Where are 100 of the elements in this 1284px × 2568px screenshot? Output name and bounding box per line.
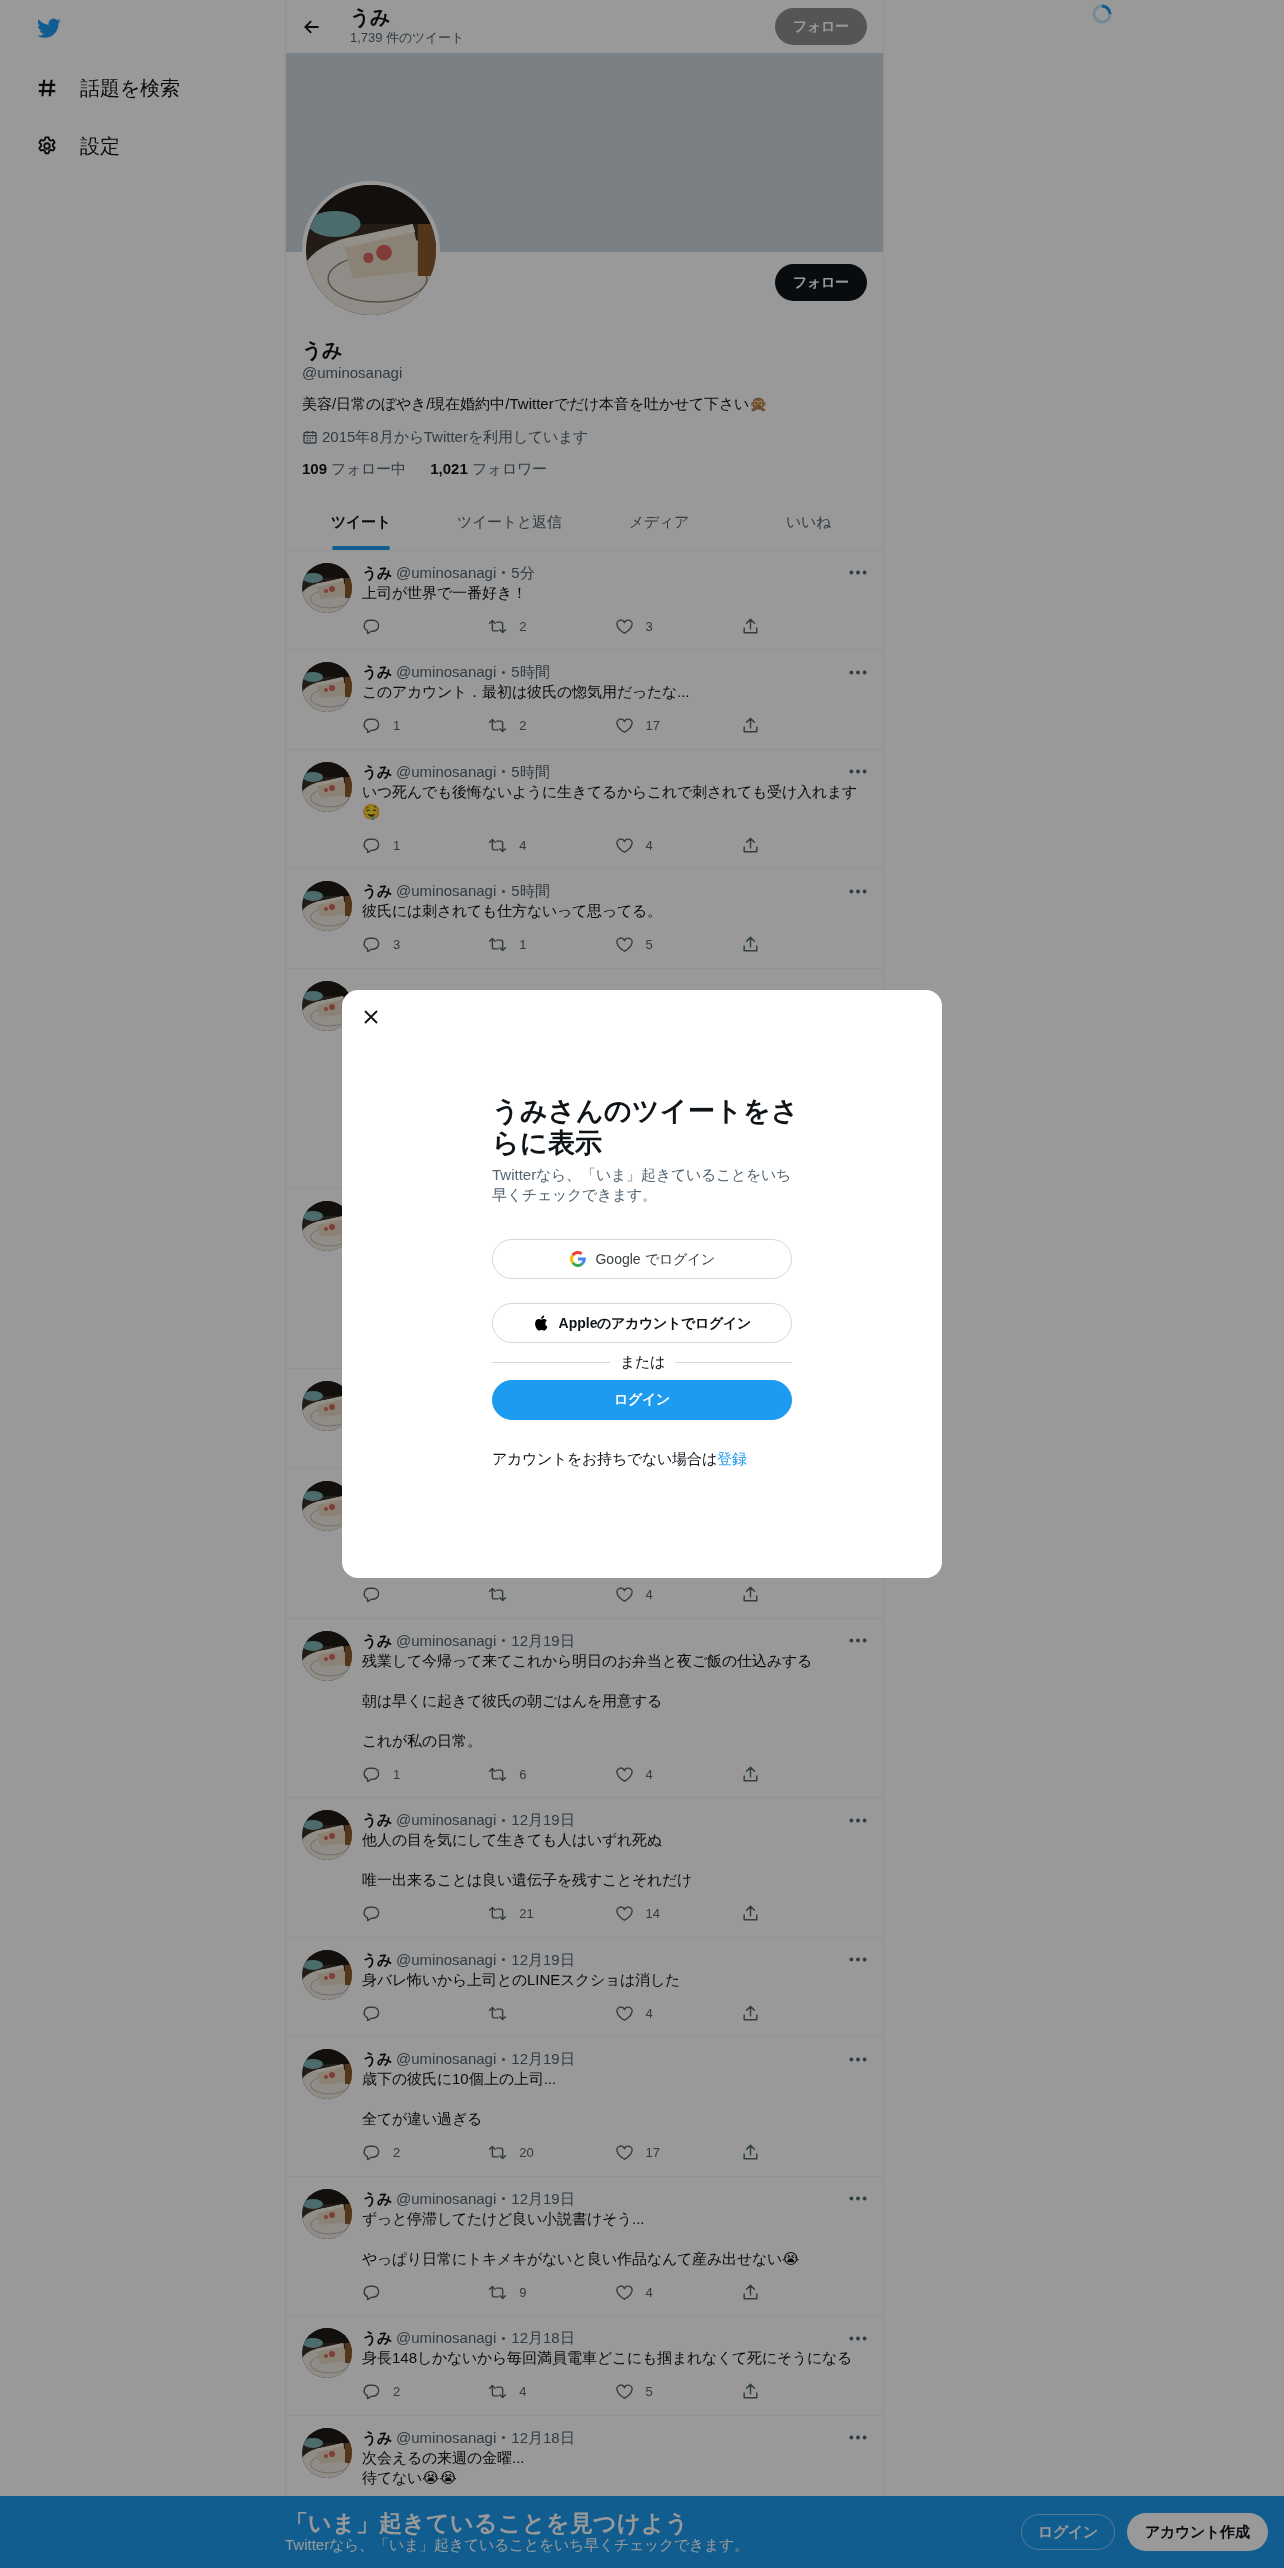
- like-button[interactable]: 3: [614, 616, 741, 636]
- profile-tab[interactable]: いいね: [733, 495, 883, 550]
- retweet-button[interactable]: 2: [488, 716, 615, 736]
- like-button[interactable]: 17: [614, 2143, 741, 2163]
- separator-dot-icon: [502, 670, 506, 674]
- more-icon: [849, 1957, 867, 1962]
- separator-dot-icon: [502, 2436, 506, 2439]
- separator-dot-icon: [502, 2057, 506, 2061]
- dialog-title: うみさんのツイートをさらに表示: [492, 1095, 800, 1159]
- more-button[interactable]: [849, 1638, 867, 1643]
- tweet-time: 12月18日: [511, 2427, 575, 2448]
- tweet-time: 12月19日: [511, 1630, 575, 1651]
- more-button[interactable]: [849, 2056, 867, 2062]
- more-button[interactable]: [849, 1817, 867, 1823]
- separator-dot-icon: [502, 1639, 506, 1642]
- separator-dot-icon: [502, 770, 506, 773]
- more-button[interactable]: [849, 888, 867, 894]
- more-icon: [849, 570, 867, 575]
- reply-icon: [362, 2282, 381, 2302]
- tweet-time: 12月19日: [511, 1949, 575, 1970]
- retweet-button[interactable]: 6: [488, 1764, 615, 1784]
- more-button[interactable]: [849, 2196, 867, 2201]
- sidebar-item[interactable]: 設定: [22, 117, 120, 175]
- like-button[interactable]: 4: [614, 1764, 741, 1784]
- tweet-text: これが私の日常。: [362, 1730, 483, 1751]
- reply-button[interactable]: 1: [362, 716, 489, 736]
- share-icon: [740, 2282, 760, 2302]
- retweet-button[interactable]: 21: [488, 1904, 615, 1924]
- login-button[interactable]: ログイン: [492, 1379, 792, 1420]
- author-name: うみ: [362, 662, 392, 682]
- tweet-text: 全てが違い過ぎる: [362, 2109, 483, 2129]
- tweet-time: 5分: [511, 562, 535, 583]
- followers-link[interactable]: 1,021 フォロワー: [430, 457, 547, 480]
- share-icon: [740, 835, 760, 855]
- tweet-text: 身長148しかないから毎回満員電車どこにも掴まれなくて死にそうになる: [362, 2348, 854, 2368]
- like-button[interactable]: 5: [614, 935, 741, 955]
- more-icon: [849, 2335, 867, 2341]
- like-button[interactable]: 17: [614, 716, 741, 736]
- reply-button[interactable]: 1: [362, 1764, 489, 1784]
- share-icon: [740, 1585, 760, 1605]
- author-handle: @uminosanagi: [396, 2328, 497, 2348]
- more-icon: [849, 1817, 867, 1823]
- retweet-button[interactable]: 4: [488, 2382, 615, 2402]
- author-name: うみ: [362, 761, 392, 782]
- more-button[interactable]: [849, 669, 867, 675]
- tweet-time: 5時間: [511, 662, 550, 682]
- like-button[interactable]: 4: [614, 1585, 741, 1605]
- retweet-button[interactable]: 4: [488, 835, 615, 855]
- signup-prompt: アカウントをお持ちでない場合は登録: [492, 1448, 748, 1469]
- banner-title: 「いま」起きていることを見つけよう: [285, 2510, 690, 2536]
- more-button[interactable]: [849, 2335, 867, 2341]
- signup-button[interactable]: アカウント作成: [1127, 2512, 1268, 2552]
- heart-icon: [614, 2003, 634, 2023]
- reply-icon: [362, 2382, 381, 2402]
- reply-button[interactable]: 3: [362, 935, 489, 955]
- heart-icon: [614, 935, 634, 955]
- retweet-button[interactable]: 20: [488, 2143, 615, 2163]
- share-icon: [740, 1904, 760, 1924]
- apple-login-button[interactable]: Appleのアカウントでログイン: [492, 1303, 792, 1343]
- tweet-text: 残業して今帰って来てこれから明日のお弁当と夜ご飯の仕込みする: [362, 1650, 813, 1671]
- following-link[interactable]: 109 フォロー中: [302, 457, 407, 480]
- tweet-text: 彼氏には刺されても仕方ないって思ってる。: [362, 901, 663, 921]
- heart-icon: [614, 716, 634, 736]
- separator-dot-icon: [502, 1958, 506, 1961]
- join-date: 2015年8月からTwitterを利用しています: [322, 427, 588, 447]
- reply-button[interactable]: 2: [362, 2382, 489, 2402]
- reply-button[interactable]: 1: [362, 835, 489, 855]
- retweet-button[interactable]: 1: [488, 935, 615, 955]
- like-button[interactable]: 4: [614, 2003, 741, 2023]
- like-button[interactable]: 4: [614, 835, 741, 855]
- more-icon: [849, 2435, 867, 2440]
- more-icon: [849, 888, 867, 894]
- follow-button[interactable]: フォロー: [775, 264, 867, 301]
- more-button[interactable]: [849, 2435, 867, 2440]
- profile-tab[interactable]: ツイートと返信: [435, 495, 585, 550]
- like-button[interactable]: 5: [614, 2382, 741, 2402]
- retweet-button[interactable]: 9: [488, 2282, 615, 2302]
- share-icon: [740, 1764, 760, 1784]
- retweet-button[interactable]: 2: [488, 616, 615, 636]
- more-icon: [849, 2056, 867, 2062]
- loading-spinner-icon: [1091, 3, 1113, 25]
- more-button[interactable]: [849, 769, 867, 774]
- reply-icon: [362, 1585, 381, 1605]
- follow-button[interactable]: フォロー: [775, 8, 867, 45]
- tweet-text: 身バレ怖いから上司とのLINEスクショは消した: [362, 1969, 682, 1990]
- author-name: うみ: [362, 881, 392, 901]
- like-button[interactable]: 14: [614, 1904, 741, 1924]
- calendar-icon: [302, 429, 318, 446]
- like-button[interactable]: 4: [614, 2282, 741, 2302]
- author-name: うみ: [362, 1810, 392, 1830]
- more-button[interactable]: [849, 570, 867, 575]
- reply-button[interactable]: 2: [362, 2143, 489, 2163]
- profile-tab[interactable]: メディア: [584, 495, 734, 550]
- share-icon: [740, 2003, 760, 2023]
- sidebar-item[interactable]: 話題を検索: [22, 59, 180, 117]
- google-login-button[interactable]: Google でログイン: [492, 1239, 792, 1279]
- more-button[interactable]: [849, 1957, 867, 1962]
- signup-link[interactable]: 登録: [717, 1449, 747, 1467]
- profile-tab[interactable]: ツイート: [286, 495, 436, 550]
- author-handle: @uminosanagi: [396, 662, 497, 682]
